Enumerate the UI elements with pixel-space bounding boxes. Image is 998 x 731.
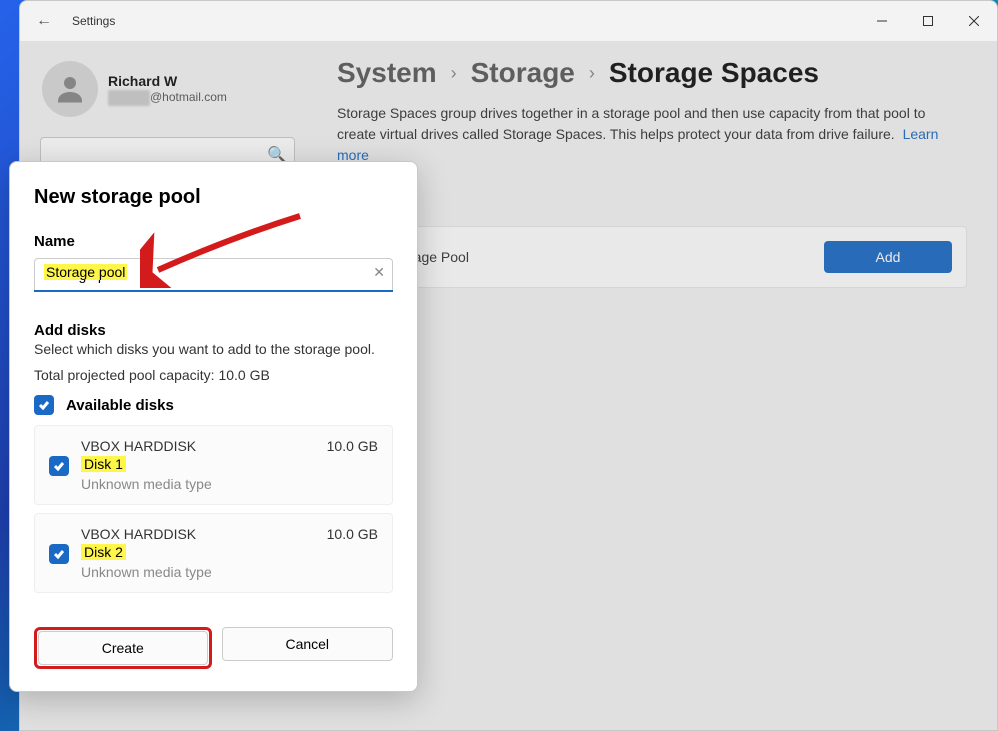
user-email: xxxxxxx@hotmail.com [108, 90, 227, 106]
breadcrumb-system[interactable]: System [337, 57, 437, 89]
maximize-button[interactable] [905, 1, 951, 41]
disk-size: 10.0 GB [327, 438, 378, 454]
name-label: Name [34, 233, 393, 250]
titlebar: ← Settings [20, 1, 997, 41]
breadcrumb-storage[interactable]: Storage [471, 57, 575, 89]
disk-media-type: Unknown media type [81, 476, 378, 492]
available-disks-checkbox[interactable] [34, 395, 54, 415]
clear-icon[interactable]: ✕ [373, 264, 385, 281]
dialog-title: New storage pool [34, 186, 393, 209]
available-disks-label: Available disks [66, 397, 174, 414]
disk-name: Disk 2 [81, 544, 126, 560]
user-name: Richard W [108, 72, 227, 90]
page-description: Storage Spaces group drives together in … [337, 103, 967, 166]
add-button[interactable]: Add [824, 241, 952, 273]
add-disks-heading: Add disks [34, 322, 393, 339]
user-profile[interactable]: Richard W xxxxxxx@hotmail.com [32, 57, 303, 133]
disk-size: 10.0 GB [327, 526, 378, 542]
breadcrumb: System › Storage › Storage Spaces [337, 57, 967, 89]
page-title: Storage Spaces [609, 57, 819, 89]
cancel-button[interactable]: Cancel [222, 627, 394, 661]
disk-model: VBOX HARDDISK [81, 438, 196, 454]
avatar [42, 61, 98, 117]
minimize-button[interactable] [859, 1, 905, 41]
projected-capacity: Total projected pool capacity: 10.0 GB [34, 367, 393, 383]
disk-model: VBOX HARDDISK [81, 526, 196, 542]
disk-checkbox[interactable] [49, 544, 69, 564]
chevron-right-icon: › [589, 63, 595, 84]
add-disks-subtext: Select which disks you want to add to th… [34, 341, 393, 357]
pool-name-input[interactable] [34, 258, 393, 290]
disk-media-type: Unknown media type [81, 564, 378, 580]
new-storage-pool-dialog: New storage pool Name Storage pool ✕ Add… [9, 161, 418, 692]
disk-item: VBOX HARDDISK 10.0 GB Disk 2 Unknown med… [34, 513, 393, 593]
storage-pool-card: ＋ Storage Pool Add [337, 226, 967, 288]
close-button[interactable] [951, 1, 997, 41]
create-button-highlight: Create [34, 627, 212, 669]
chevron-right-icon: › [451, 63, 457, 84]
disk-item: VBOX HARDDISK 10.0 GB Disk 1 Unknown med… [34, 425, 393, 505]
create-button[interactable]: Create [38, 631, 208, 665]
disk-name: Disk 1 [81, 456, 126, 472]
disk-checkbox[interactable] [49, 456, 69, 476]
back-button[interactable]: ← [36, 12, 52, 30]
app-title: Settings [72, 14, 115, 28]
